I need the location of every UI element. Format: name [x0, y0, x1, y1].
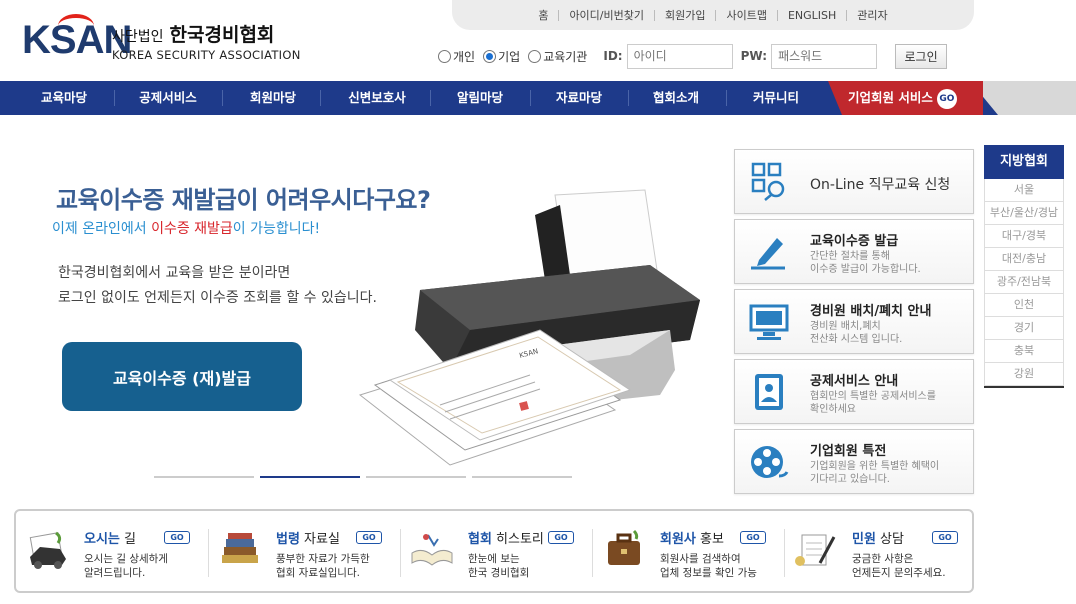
car-photo-icon [29, 531, 66, 569]
utility-link-find-account[interactable]: 아이디/비번찾기 [558, 9, 654, 21]
go-button[interactable]: GO [740, 531, 766, 544]
slide-indicator[interactable] [472, 476, 572, 478]
logo-english: KOREA SECURITY ASSOCIATION [112, 48, 301, 62]
nav-education[interactable]: 교육마당 [14, 81, 114, 115]
regional-header: 지방협회 [984, 145, 1064, 179]
region-chungbuk[interactable]: 충북 [984, 340, 1064, 363]
film-icon [751, 446, 789, 478]
login-button[interactable]: 로그인 [895, 43, 948, 69]
go-button[interactable]: GO [932, 531, 958, 544]
service-certificate[interactable]: 교육이수증 발급 간단한 절차를 통해 이수증 발급이 가능합니다. [734, 219, 974, 284]
open-book-icon [411, 534, 453, 566]
utility-link-home[interactable]: 홈 [528, 10, 558, 21]
quick-link-directions[interactable]: 오시는 길 GO 오시는 길 상세하게 알려드립니다. [16, 511, 208, 591]
service-guard-deployment[interactable]: 경비원 배치/폐치 안내 경비원 배치,폐치 전산화 시스템 입니다. [734, 289, 974, 354]
region-gyeonggi[interactable]: 경기 [984, 317, 1064, 340]
regional-divider [984, 386, 1064, 388]
nav-divider [222, 90, 223, 106]
nav-community[interactable]: 커뮤니티 [726, 81, 826, 115]
nav-divider [114, 90, 115, 106]
region-seoul[interactable]: 서울 [984, 179, 1064, 202]
radio-institution[interactable]: 교육기관 [528, 48, 587, 65]
region-incheon[interactable]: 인천 [984, 294, 1064, 317]
main-nav: 교육마당 공제서비스 회원마당 신변보호사 알림마당 자료마당 협회소개 커뮤니… [0, 81, 1076, 115]
utility-nav: 홈 아이디/비번찾기 회원가입 사이트맵 ENGLISH 관리자 [452, 0, 974, 30]
logo-arc-icon [58, 14, 94, 38]
id-label: ID: [603, 49, 623, 63]
briefcase-icon [608, 529, 640, 565]
pen-icon [751, 238, 785, 270]
radio-individual[interactable]: 개인 [438, 48, 475, 65]
nav-mutual-aid[interactable]: 공제서비스 [118, 81, 218, 115]
slide-indicators [154, 476, 572, 478]
go-button[interactable]: GO [356, 531, 382, 544]
id-input[interactable] [626, 43, 733, 69]
logo-korean: 사단법인 한국경비협회 [112, 24, 275, 46]
radio-circle-icon [528, 49, 542, 63]
quick-link-consultation[interactable]: 민원 상담 GO 궁금한 사항은 언제든지 문의주세요. [784, 511, 976, 591]
certificate-reissue-button[interactable]: 교육이수증 (재)발급 [62, 342, 302, 411]
service-corp-benefits[interactable]: 기업회원 특전 기업회원을 위한 특별한 혜택이 기다리고 있습니다. [734, 429, 974, 494]
utility-link-sitemap[interactable]: 사이트맵 [715, 9, 776, 21]
service-mutual-aid[interactable]: 공제서비스 안내 협회만의 특별한 공제서비스를 확인하세요 [734, 359, 974, 424]
utility-link-english[interactable]: ENGLISH [776, 9, 846, 21]
radio-circle-selected-icon [483, 49, 497, 63]
nav-divider [320, 90, 321, 106]
go-button[interactable]: GO [164, 531, 190, 544]
pw-label: PW: [740, 49, 768, 63]
region-busan[interactable]: 부산/울산/경남 [984, 202, 1064, 225]
region-daejeon[interactable]: 대전/충남 [984, 248, 1064, 271]
go-button[interactable]: GO [548, 531, 574, 544]
radio-circle-icon [438, 49, 451, 63]
region-daegu[interactable]: 대구/경북 [984, 225, 1064, 248]
slide-indicator[interactable] [366, 476, 466, 478]
nav-bodyguard[interactable]: 신변보호사 [322, 81, 432, 115]
regional-associations: 지방협회 서울 부산/울산/경남 대구/경북 대전/충남 광주/전남북 인천 경… [984, 145, 1064, 388]
book-icon [755, 374, 783, 410]
login-form: 개인 기업 교육기관 ID: PW: 로그인 [438, 43, 948, 69]
region-gwangju[interactable]: 광주/전남북 [984, 271, 1064, 294]
password-input[interactable] [771, 43, 878, 69]
slide-indicator-active[interactable] [260, 476, 360, 478]
monitor-icon [749, 304, 789, 340]
nav-about[interactable]: 협회소개 [628, 81, 724, 115]
divider [592, 529, 593, 577]
divider [400, 529, 401, 577]
quick-link-history[interactable]: 협회 히스토리 GO 한눈에 보는 한국 경비협회 [400, 511, 592, 591]
region-gangwon[interactable]: 강원 [984, 363, 1064, 386]
nav-resources[interactable]: 자료마당 [530, 81, 628, 115]
radio-corporate[interactable]: 기업 [483, 48, 520, 65]
service-online-training[interactable]: On-Line 직무교육 신청 [734, 149, 974, 214]
nav-gray-tab [970, 81, 1076, 115]
go-badge-icon: GO [936, 88, 957, 109]
printer-illustration: KSAN [358, 189, 700, 466]
utility-link-join[interactable]: 회원가입 [653, 9, 715, 21]
books-icon [222, 533, 258, 563]
quick-link-member-promo[interactable]: 회원사 홍보 GO 회원사를 검색하여 업체 정보를 확인 가능 [592, 511, 784, 591]
quick-link-law-library[interactable]: 법령 자료실 GO 풍부한 자료가 가득한 협회 자료실입니다. [208, 511, 400, 591]
hero-subtitle: 이제 온라인에서 이수증 재발급이 가능합니다! [52, 221, 321, 237]
nav-notice[interactable]: 알림마당 [430, 81, 530, 115]
divider [784, 529, 785, 577]
online-icon [751, 162, 785, 201]
notepad-icon [795, 534, 836, 566]
slide-indicator[interactable] [154, 476, 254, 478]
nav-members[interactable]: 회원마당 [224, 81, 322, 115]
divider [208, 529, 209, 577]
corp-service-button[interactable]: 기업회원 서비스 GO [828, 81, 983, 115]
quick-links-bar: 오시는 길 GO 오시는 길 상세하게 알려드립니다. 법령 자료실 GO 풍부한… [14, 509, 974, 593]
utility-link-admin[interactable]: 관리자 [846, 9, 897, 21]
